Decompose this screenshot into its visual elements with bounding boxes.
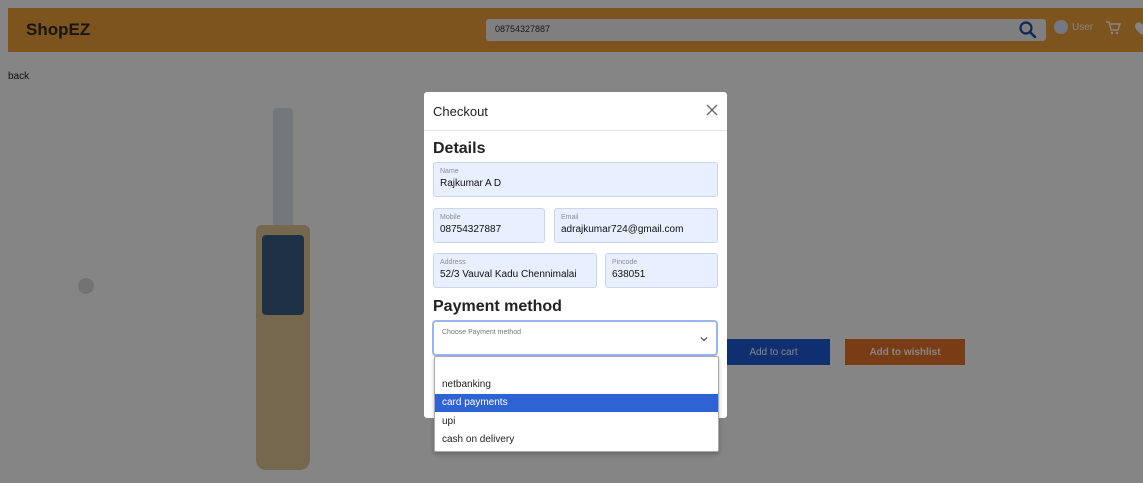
email-field[interactable]: Email adrajkumar724@gmail.com <box>554 208 718 243</box>
pincode-field[interactable]: Pincode 638051 <box>605 253 718 288</box>
modal-header: Checkout <box>424 92 727 131</box>
address-label: Address <box>440 259 466 266</box>
payment-select-placeholder: Choose Payment method <box>442 329 521 336</box>
payment-option-cash-on-delivery[interactable]: cash on delivery <box>435 431 718 449</box>
address-field[interactable]: Address 52/3 Vauval Kadu Chennimalai <box>433 253 597 288</box>
mobile-field[interactable]: Mobile 08754327887 <box>433 208 545 243</box>
pincode-label: Pincode <box>612 259 638 266</box>
details-heading: Details <box>433 140 486 157</box>
name-label: Name <box>440 168 459 175</box>
email-label: Email <box>561 214 579 221</box>
chevron-down-icon <box>700 337 708 342</box>
name-field[interactable]: Name Rajkumar A D <box>433 162 718 197</box>
payment-options-list: netbanking card payments upi cash on del… <box>434 356 719 452</box>
payment-option-empty[interactable] <box>435 357 718 375</box>
payment-method-heading: Payment method <box>433 298 562 315</box>
payment-option-card-payments[interactable]: card payments <box>435 394 718 412</box>
mobile-label: Mobile <box>440 214 461 221</box>
address-value: 52/3 Vauval Kadu Chennimalai <box>440 269 577 280</box>
payment-option-netbanking[interactable]: netbanking <box>435 376 718 394</box>
email-value: adrajkumar724@gmail.com <box>561 224 684 235</box>
name-value: Rajkumar A D <box>440 178 502 189</box>
payment-method-select[interactable]: Choose Payment method <box>432 320 718 356</box>
pincode-value: 638051 <box>612 269 646 280</box>
close-icon[interactable] <box>705 103 719 117</box>
payment-option-upi[interactable]: upi <box>435 413 718 431</box>
mobile-value: 08754327887 <box>440 224 502 235</box>
modal-title: Checkout <box>433 104 488 119</box>
